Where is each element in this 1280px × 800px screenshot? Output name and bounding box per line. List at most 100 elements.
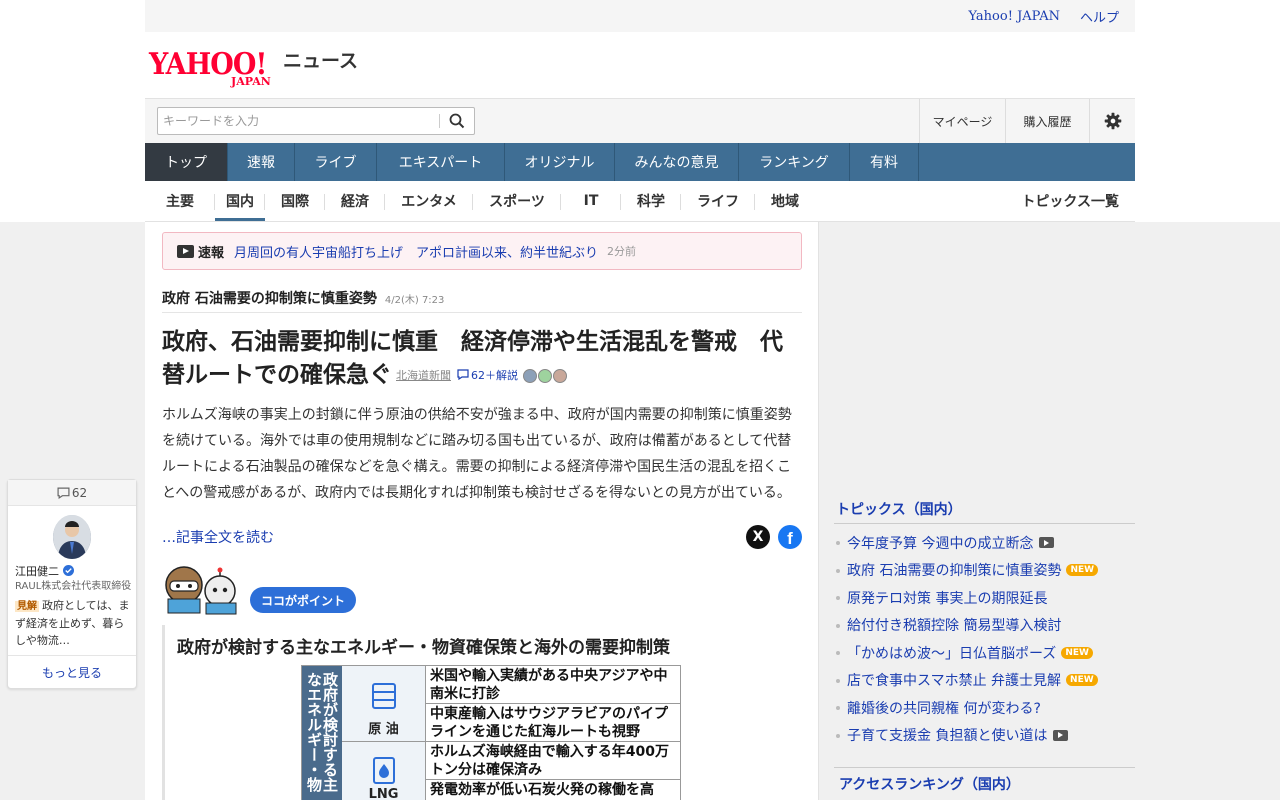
access-ranking-heading[interactable]: アクセスランキング（国内） xyxy=(834,767,1135,800)
share-facebook-button[interactable]: f xyxy=(778,525,802,549)
topics-heading[interactable]: トピックス（国内） xyxy=(834,495,1135,524)
x-icon: X xyxy=(752,529,764,545)
category-tab-international[interactable]: 国際 xyxy=(265,181,325,222)
topic-item-text: 離婚後の共同親権 何が変わる? xyxy=(847,700,1041,717)
category-lng-label: LNG xyxy=(368,787,399,800)
comment-icon xyxy=(457,369,469,381)
expert-avatar-image xyxy=(53,515,91,559)
category-crude-oil: 原 油 xyxy=(342,666,426,742)
topic-header: 政府 石油需要の抑制策に慎重姿勢 4/2(木) 7:23 xyxy=(162,280,802,313)
topic-item[interactable]: 「かめはめ波～」日仏首脳ポーズ NEW xyxy=(834,639,1135,667)
comments-count: 62＋解説 xyxy=(471,369,518,382)
topic-item[interactable]: 政府 石油需要の抑制策に慎重姿勢 NEW xyxy=(834,557,1135,585)
mypage-link[interactable]: マイページ xyxy=(919,98,1005,144)
mascot-characters-icon xyxy=(165,566,237,615)
search-box xyxy=(157,107,475,135)
main-nav-ranking[interactable]: ランキング xyxy=(739,143,850,181)
expert-avatar xyxy=(538,369,552,383)
article-title[interactable]: 政府、石油需要抑制に慎重 経済停滞や生活混乱を警戒 代替ルートでの確保急ぐ 北海道… xyxy=(162,326,792,392)
topics-list: 今年度予算 今週中の成立断念政府 石油需要の抑制策に慎重姿勢 NEW 原発テロ対策 … xyxy=(834,529,1135,749)
topics-list-link[interactable]: トピックス一覧 xyxy=(1021,181,1119,222)
expert-opinion[interactable]: 見解 政府としては、まず経済を止めず、暮らしや物流… xyxy=(15,597,133,649)
expert-avatar xyxy=(553,369,567,383)
new-badge: NEW xyxy=(1066,564,1099,577)
main-nav-breaking[interactable]: 速報 xyxy=(228,143,295,181)
search-row: マイページ 購入履歴 xyxy=(145,98,1135,144)
logo-japan-text: JAPAN xyxy=(231,75,271,88)
purchase-history-link[interactable]: 購入履歴 xyxy=(1005,98,1089,144)
topic-item-text: 「かめはめ波～」日仏首脳ポーズ xyxy=(847,645,1057,662)
breaking-label: 速報 xyxy=(198,245,225,261)
topic-item-text: 今年度予算 今週中の成立断念 xyxy=(847,535,1034,552)
logo-news-text[interactable]: ニュース xyxy=(283,46,358,73)
topic-item-text: 店で食事中スマホ禁止 弁護士見解 xyxy=(847,673,1062,690)
play-icon xyxy=(177,244,194,258)
topic-item[interactable]: 給付付き税額控除 簡易型導入検討 xyxy=(834,612,1135,640)
yahoo-japan-logo[interactable]: YAHOO! JAPAN xyxy=(149,43,289,88)
topic-item-text: 原発テロ対策 事実上の期限延長 xyxy=(847,590,1048,607)
yahoo-japan-link[interactable]: Yahoo! JAPAN xyxy=(968,9,1060,24)
category-tab-domestic[interactable]: 国内 xyxy=(215,181,265,222)
gas-flame-icon xyxy=(372,757,395,784)
topic-item-text: 給付付き税額控除 簡易型導入検討 xyxy=(847,618,1062,635)
read-full-article-link[interactable]: …記事全文を読む xyxy=(162,527,274,547)
breaking-headline[interactable]: 月周回の有人宇宙船打ち上げ アポロ計画以来、約半世紀ぶり xyxy=(234,242,598,261)
see-more-link[interactable]: もっと見る xyxy=(8,655,136,688)
help-link[interactable]: ヘルプ xyxy=(1080,7,1119,26)
main-nav-expert[interactable]: エキスパート xyxy=(377,143,505,181)
expert-avatar xyxy=(523,369,537,383)
topic-item[interactable]: 離婚後の共同親権 何が変わる? xyxy=(834,694,1135,722)
new-badge: NEW xyxy=(1061,646,1093,659)
topic-item[interactable]: 原発テロ対策 事実上の期限延長 xyxy=(834,584,1135,612)
category-tab-science[interactable]: 科学 xyxy=(621,181,681,222)
settings-button[interactable] xyxy=(1089,98,1135,144)
category-tab-economy[interactable]: 経済 xyxy=(325,181,385,222)
category-tab-main[interactable]: 主要 xyxy=(145,181,215,222)
comment-count: 62 xyxy=(71,485,88,500)
main-nav-paid[interactable]: 有料 xyxy=(850,143,919,181)
utility-bar: Yahoo! JAPAN ヘルプ xyxy=(145,0,1135,32)
topic-title: 政府 石油需要の抑制策に慎重姿勢 xyxy=(162,291,377,307)
topic-date: 4/2(木) 7:23 xyxy=(384,295,445,306)
topic-item-text: 子育て支援金 負担額と使い道は xyxy=(847,728,1048,745)
share-x-button[interactable]: X xyxy=(746,525,770,549)
infographic-row: ホルムズ海峡経由で輸入する年400万トン分は確保済み xyxy=(426,742,680,780)
key-points-heading: 政府が検討する主なエネルギー・物資確保策と海外の需要抑制策 xyxy=(177,638,670,658)
topic-item[interactable]: 店で食事中スマホ禁止 弁護士見解 NEW xyxy=(834,667,1135,695)
expert-comment-card: 62 江田健二 RAUL株式会社代表取締役 見解 政府としては、まず経済を止めず、… xyxy=(7,479,137,689)
main-nav-top[interactable]: トップ xyxy=(145,143,228,181)
category-tab-sports[interactable]: スポーツ xyxy=(473,181,561,222)
account-links: マイページ 購入履歴 xyxy=(919,98,1135,144)
topic-item-text: 政府 石油需要の抑制策に慎重姿勢 xyxy=(847,563,1062,580)
article-source-link[interactable]: 北海道新聞 xyxy=(396,369,451,382)
topic-item[interactable]: 子育て支援金 負担額と使い道は xyxy=(834,722,1135,750)
main-nav: トップ 速報 ライブ エキスパート オリジナル みんなの意見 ランキング 有料 xyxy=(145,143,1135,181)
infographic-vertical-title: 政府が検討する主なエネルギー・物 xyxy=(302,666,342,800)
expert-avatar[interactable] xyxy=(53,515,91,559)
point-label: ココがポイント xyxy=(250,587,357,613)
category-tab-it[interactable]: IT xyxy=(561,181,621,222)
search-icon xyxy=(449,113,465,129)
comments-link[interactable]: 62＋解説 xyxy=(457,369,518,382)
search-input[interactable] xyxy=(158,109,439,133)
video-icon xyxy=(1053,729,1069,741)
category-tab-region[interactable]: 地域 xyxy=(755,181,815,222)
verified-icon xyxy=(62,565,74,576)
main-nav-opinions[interactable]: みんなの意見 xyxy=(615,143,739,181)
article-summary: ホルムズ海峡の事実上の封鎖に伴う原油の供給不安が強まる中、政府が国内需要の抑制策… xyxy=(162,407,792,501)
breaking-news-banner[interactable]: 速報 月周回の有人宇宙船打ち上げ アポロ計画以来、約半世紀ぶり 2分前 xyxy=(162,232,802,270)
infographic-row: 発電効率が低い石炭火発の稼働を高 xyxy=(430,782,654,798)
facebook-icon: f xyxy=(787,529,793,548)
topics-sidebar: トピックス（国内） 今年度予算 今週中の成立断念政府 石油需要の抑制策に慎重姿勢… xyxy=(834,495,1135,749)
category-tab-entertainment[interactable]: エンタメ xyxy=(385,181,473,222)
comment-count-header[interactable]: 62 xyxy=(8,480,136,506)
search-button[interactable] xyxy=(440,108,474,134)
main-nav-original[interactable]: オリジナル xyxy=(505,143,615,181)
main-nav-live[interactable]: ライブ xyxy=(295,143,377,181)
topic-item[interactable]: 今年度予算 今週中の成立断念 xyxy=(834,529,1135,557)
infographic-row: 米国や輸入実績がある中央アジアや中南米に打診 xyxy=(426,666,680,704)
opinion-badge: 見解 xyxy=(15,601,39,612)
gear-icon xyxy=(1104,112,1121,130)
infographic: 政府が検討する主なエネルギー・物 原 油 LNG 米国や輸入実績がある中央アジア… xyxy=(301,665,681,800)
category-tab-life[interactable]: ライフ xyxy=(681,181,755,222)
